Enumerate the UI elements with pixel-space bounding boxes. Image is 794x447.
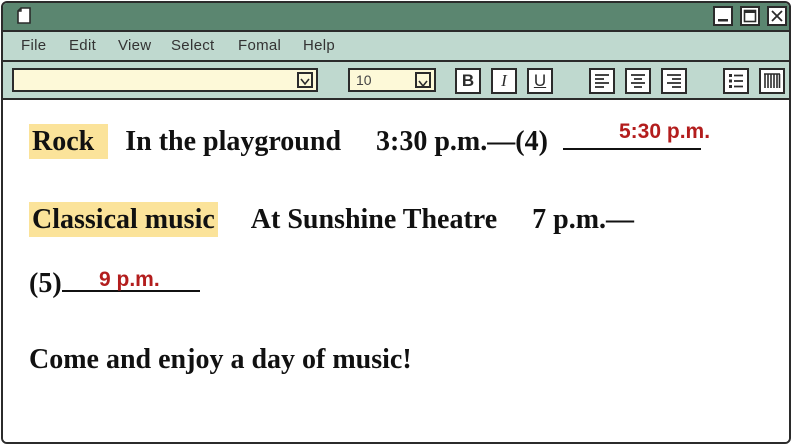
document-area[interactable]: Rock In the playground 3:30 p.m.—(4) 5:3… — [3, 100, 789, 442]
minimize-button[interactable] — [713, 6, 733, 26]
event-time: 7 p.m.— — [532, 204, 635, 235]
columns-icon — [764, 73, 781, 88]
genre-highlight: Rock — [29, 124, 109, 159]
event-time: 3:30 p.m.—(4) — [376, 126, 548, 157]
menu-bar: File Edit View Select Fomal Help — [3, 32, 789, 62]
align-right-button[interactable] — [661, 68, 687, 94]
font-dropdown-button[interactable] — [297, 72, 313, 88]
close-button[interactable] — [767, 6, 787, 26]
title-bar[interactable] — [3, 3, 789, 32]
doc-line-4: Come and enjoy a day of music! — [29, 344, 412, 376]
genre-highlight: Classical music — [29, 202, 218, 237]
bold-button[interactable]: B — [455, 68, 481, 94]
align-right-icon — [667, 74, 681, 88]
align-center-icon — [631, 74, 645, 88]
menu-file[interactable]: File — [21, 37, 46, 54]
menu-edit[interactable]: Edit — [69, 37, 96, 54]
size-dropdown-button[interactable] — [415, 72, 431, 88]
bullet-list-button[interactable] — [723, 68, 749, 94]
toolbar: 10 B I U — [3, 62, 789, 100]
menu-select[interactable]: Select — [171, 37, 215, 54]
font-size-value: 10 — [356, 72, 372, 88]
document-icon — [17, 7, 31, 24]
event-place: At Sunshine Theatre — [250, 204, 498, 235]
underline-button[interactable]: U — [527, 68, 553, 94]
align-center-button[interactable] — [625, 68, 651, 94]
menu-help[interactable]: Help — [303, 37, 335, 54]
answer-4-text: 5:30 p.m. — [619, 120, 711, 143]
align-left-icon — [595, 74, 609, 88]
answer-5-text: 9 p.m. — [99, 268, 160, 291]
blank-label: (5) — [29, 268, 62, 299]
italic-button[interactable]: I — [491, 68, 517, 94]
menu-format[interactable]: Fomal — [238, 37, 281, 54]
doc-line-2: Classical music At Sunshine Theatre 7 p.… — [29, 202, 635, 237]
font-name-select[interactable] — [12, 68, 318, 92]
columns-button[interactable] — [759, 68, 785, 94]
close-icon — [771, 10, 783, 22]
font-size-select[interactable]: 10 — [348, 68, 436, 92]
closing-sentence: Come and enjoy a day of music! — [29, 344, 412, 375]
menu-view[interactable]: View — [118, 37, 151, 54]
event-place: In the playground — [125, 126, 342, 157]
doc-line-1: Rock In the playground 3:30 p.m.—(4) — [29, 124, 701, 159]
editor-window: File Edit View Select Fomal Help 10 B I … — [1, 1, 791, 444]
minimize-icon — [718, 19, 728, 22]
maximize-icon — [743, 9, 757, 23]
align-left-button[interactable] — [589, 68, 615, 94]
chevron-down-icon — [418, 80, 428, 88]
bullet-list-icon — [729, 74, 743, 88]
chevron-down-icon — [300, 78, 310, 86]
maximize-button[interactable] — [740, 6, 760, 26]
